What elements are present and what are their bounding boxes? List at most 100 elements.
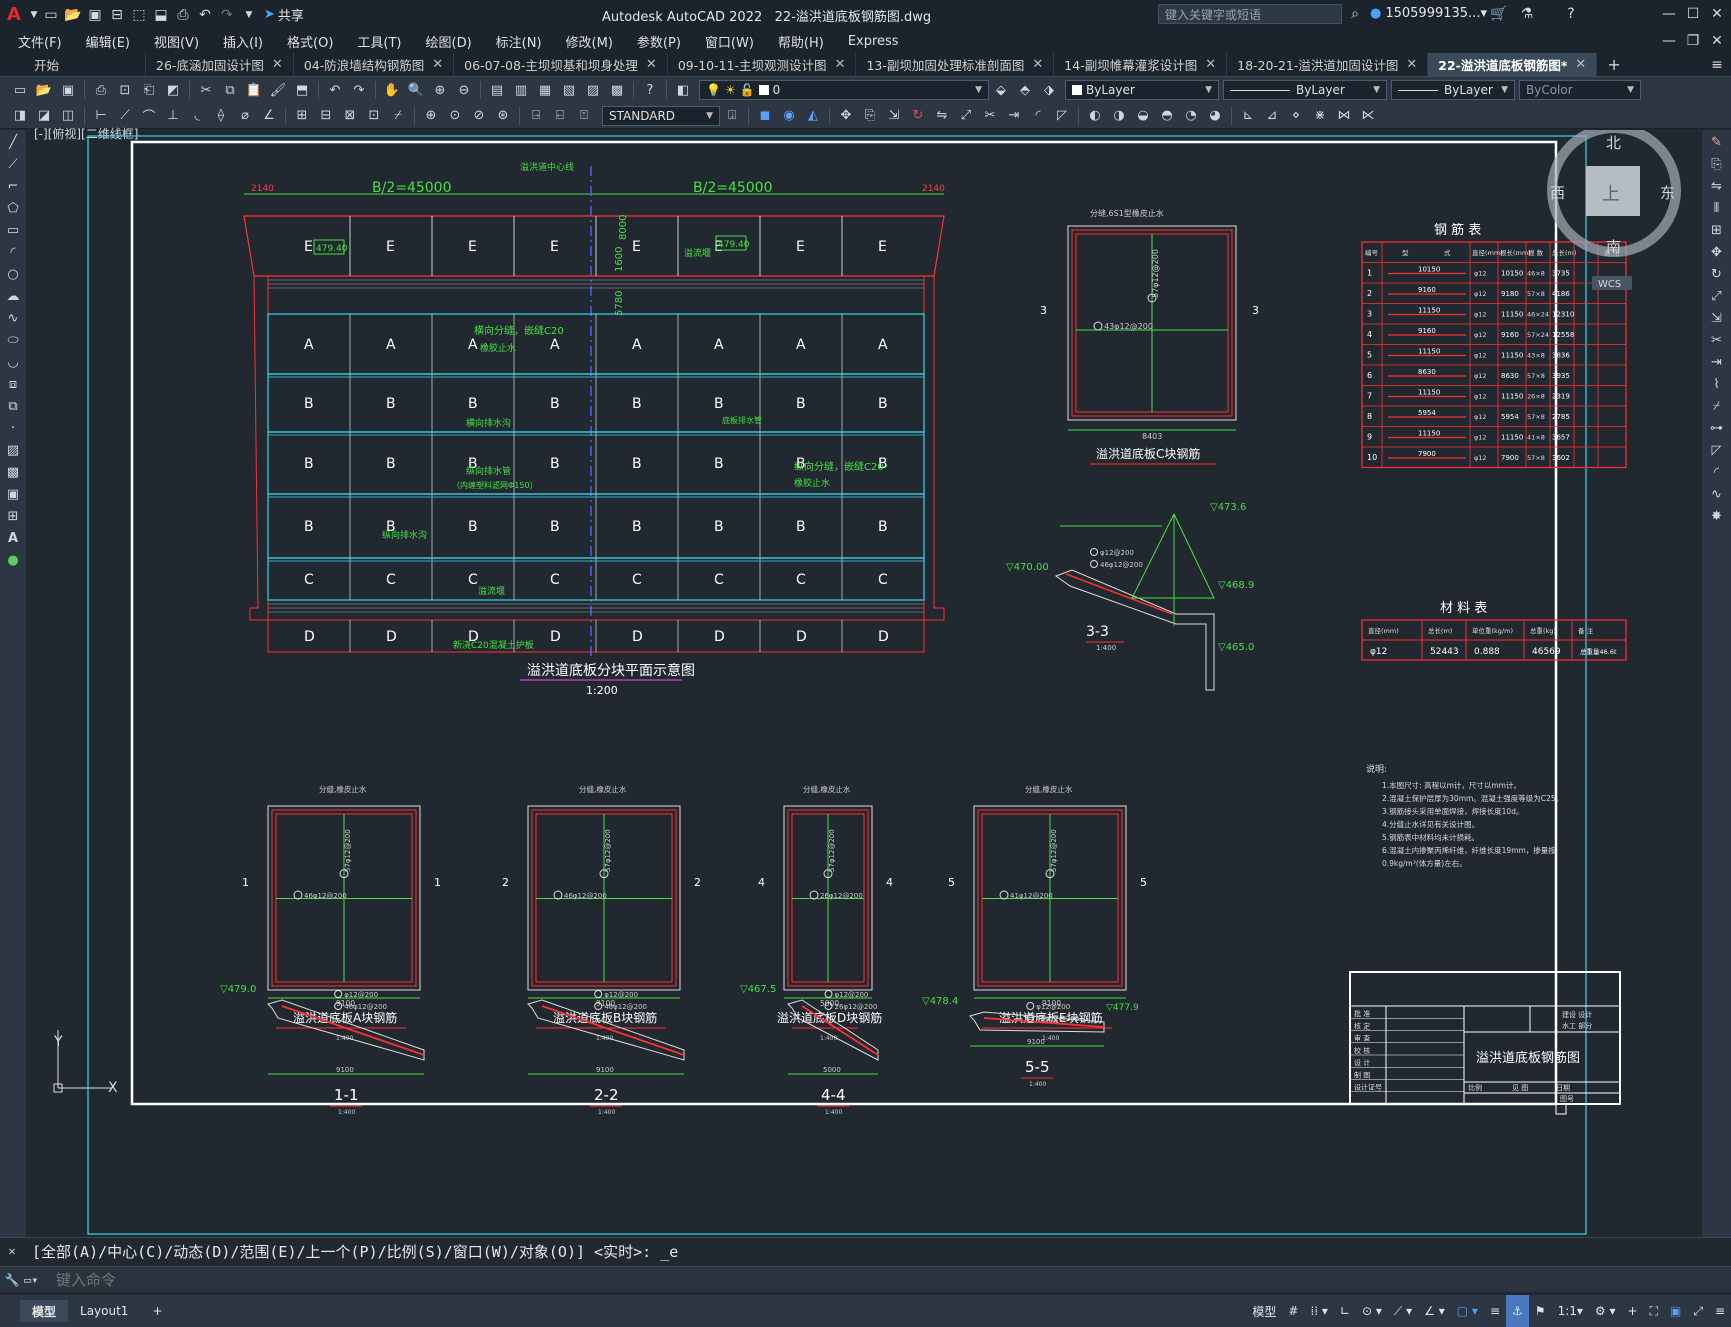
redo-icon[interactable]: ↷ xyxy=(349,80,369,100)
layer-tool-icon-3[interactable]: ◫ xyxy=(58,106,78,126)
new-file-icon[interactable]: ▭ xyxy=(40,4,62,26)
close-tab-icon[interactable]: ✕ xyxy=(1406,57,1417,72)
rectangle-icon[interactable]: ▭ xyxy=(2,220,24,240)
polar-icon[interactable]: ⊙ ▾ xyxy=(1356,1295,1388,1327)
plotstyle-combo[interactable]: ByColor ▼ xyxy=(1519,80,1641,100)
make-block-icon[interactable]: ⧉ xyxy=(2,396,24,416)
app-menu-chevron-icon[interactable]: ▼ xyxy=(28,4,40,26)
doc-restore-button[interactable]: ❐ xyxy=(1682,30,1704,52)
layer-tool-icon-2[interactable]: ◪ xyxy=(34,106,54,126)
angular-icon[interactable]: ∠ xyxy=(259,106,279,126)
spline-icon[interactable]: ∿ xyxy=(2,308,24,328)
linear-dim-icon[interactable]: ⊢ xyxy=(91,106,111,126)
snap-icon[interactable]: ⁞⁞ ▾ xyxy=(1304,1295,1333,1327)
3d-print-icon[interactable]: ◩ xyxy=(163,80,183,100)
isodraft-icon[interactable]: ⟋ ▾ xyxy=(1388,1295,1418,1327)
help-icon[interactable]: ? xyxy=(640,80,660,100)
close-tab-icon[interactable]: ✕ xyxy=(1205,57,1216,72)
autocad-logo-icon[interactable]: A xyxy=(0,4,28,26)
open-file-icon[interactable]: 📂 xyxy=(62,4,84,26)
zoom-window-icon[interactable]: ⊕ xyxy=(430,80,450,100)
plot-icon[interactable]: ⎙ xyxy=(91,80,111,100)
save-icon[interactable]: ▣ xyxy=(84,4,106,26)
layer-previous-icon[interactable]: ⬘ xyxy=(1015,80,1035,100)
redo-icon[interactable]: ↷ xyxy=(216,4,238,26)
layer-state-icon[interactable]: ⬗ xyxy=(1039,80,1059,100)
share-button[interactable]: ➤ 共享 xyxy=(264,5,304,24)
lineweight-icon[interactable]: ≡ xyxy=(1484,1295,1506,1327)
inspect-icon[interactable]: ⊘ xyxy=(469,106,489,126)
mirror-icon[interactable]: ⇋ xyxy=(932,106,952,126)
tab-file-18[interactable]: 18-20-21-溢洪道加固设计图 ✕ xyxy=(1227,52,1429,77)
properties-icon[interactable]: ▤ xyxy=(487,80,507,100)
copy-icon[interactable]: ⧉ xyxy=(220,80,240,100)
menu-tools[interactable]: 工具(T) xyxy=(345,32,413,51)
render-icon[interactable]: ◐ xyxy=(1085,106,1105,126)
copy-icon[interactable]: ⎘ xyxy=(1706,154,1728,174)
open-icon[interactable]: 📂 xyxy=(34,80,54,100)
match-properties-icon[interactable]: 🖌 xyxy=(268,80,288,100)
polygon-icon[interactable]: ⬠ xyxy=(2,198,24,218)
copy-tool-icon[interactable]: ⎘ xyxy=(860,106,880,126)
tab-menu-icon[interactable]: ≡ xyxy=(1706,54,1728,76)
close-tab-icon[interactable]: ✕ xyxy=(1575,57,1586,72)
menu-insert[interactable]: 插入(I) xyxy=(211,32,275,51)
customize-cmd-icon[interactable]: 🔧 xyxy=(0,1273,24,1287)
jogged-linear-icon[interactable]: ⊛ xyxy=(493,106,513,126)
search-box[interactable]: 键入关键字或短语 xyxy=(1158,4,1342,24)
camera-icon[interactable]: ◓ xyxy=(1157,106,1177,126)
close-button[interactable]: ✕ xyxy=(1706,3,1728,25)
tab-file-06[interactable]: 06-07-08-主坝坝基和坝身处理 ✕ xyxy=(454,52,668,77)
move-icon[interactable]: ✥ xyxy=(1706,242,1728,262)
menu-window[interactable]: 窗口(W) xyxy=(693,32,766,51)
ucs-object-icon[interactable]: ⋈ xyxy=(1334,106,1354,126)
open-web-icon[interactable]: ⬚ xyxy=(128,4,150,26)
close-cmd-icon[interactable]: ✕ xyxy=(0,1244,24,1258)
join-icon[interactable]: ⊶ xyxy=(1706,418,1728,438)
cone-icon[interactable]: ◭ xyxy=(803,106,823,126)
settings-icon[interactable]: ⚙ ▾ xyxy=(1589,1295,1622,1327)
circle-icon[interactable]: ○ xyxy=(2,264,24,284)
command-input[interactable] xyxy=(56,1268,1731,1291)
region-icon[interactable]: ▣ xyxy=(2,484,24,504)
cut-icon[interactable]: ✂ xyxy=(196,80,216,100)
ucs-face-icon[interactable]: ⋇ xyxy=(1310,106,1330,126)
undo-icon[interactable]: ↶ xyxy=(194,4,216,26)
continue-icon[interactable]: ⊠ xyxy=(340,106,360,126)
mirror-icon[interactable]: ⇋ xyxy=(1706,176,1728,196)
tab-file-04[interactable]: 04-防浪墙结构钢筋图 ✕ xyxy=(294,52,455,77)
baseline-icon[interactable]: ⊟ xyxy=(316,106,336,126)
construction-line-icon[interactable]: ⟋ xyxy=(2,154,24,174)
user-account[interactable]: ● 1505999135... ▾ xyxy=(1370,6,1487,21)
layer-properties-icon[interactable]: ◧ xyxy=(673,80,693,100)
ellipse-arc-icon[interactable]: ◡ xyxy=(2,352,24,372)
close-tab-icon[interactable]: ✕ xyxy=(1032,57,1043,72)
lineweight-combo[interactable]: ByLayer ▼ xyxy=(1391,80,1515,100)
zoom-realtime-icon[interactable]: 🔍 xyxy=(406,80,426,100)
menu-express[interactable]: Express xyxy=(836,34,911,49)
materials-icon[interactable]: ◑ xyxy=(1109,106,1129,126)
fillet-icon[interactable]: ◜ xyxy=(1706,462,1728,482)
line-tool-icon[interactable]: ╱ xyxy=(2,132,24,152)
cart-icon[interactable]: 🛒 xyxy=(1488,3,1510,25)
tab-start[interactable]: 开始 xyxy=(14,52,146,77)
diameter-icon[interactable]: ⌀ xyxy=(235,106,255,126)
close-tab-icon[interactable]: ✕ xyxy=(432,57,443,72)
minimize-button[interactable]: — xyxy=(1658,3,1680,25)
array-icon[interactable]: ⊞ xyxy=(1706,220,1728,240)
block-editor-icon[interactable]: ⬒ xyxy=(292,80,312,100)
close-tab-icon[interactable]: ✕ xyxy=(835,57,846,72)
maximize-button[interactable]: ☐ xyxy=(1682,3,1704,25)
plot-preview-icon[interactable]: ⊡ xyxy=(115,80,135,100)
stretch-icon[interactable]: ⇲ xyxy=(884,106,904,126)
layer-combo[interactable]: 💡 ☀ 🔓 0 ▼ xyxy=(699,80,989,100)
hatch-icon[interactable]: ▨ xyxy=(2,440,24,460)
menu-dimension[interactable]: 标注(N) xyxy=(484,32,554,51)
tolerance-icon[interactable]: ⊕ xyxy=(421,106,441,126)
layer-tool-icon[interactable]: ◨ xyxy=(10,106,30,126)
lights-icon[interactable]: ◒ xyxy=(1133,106,1153,126)
tab-file-09[interactable]: 09-10-11-主坝观测设计图 ✕ xyxy=(668,52,857,77)
design-center-icon[interactable]: ▥ xyxy=(511,80,531,100)
scale-icon[interactable]: ⤢ xyxy=(1706,286,1728,306)
offset-icon[interactable]: ⫴ xyxy=(1706,198,1728,218)
